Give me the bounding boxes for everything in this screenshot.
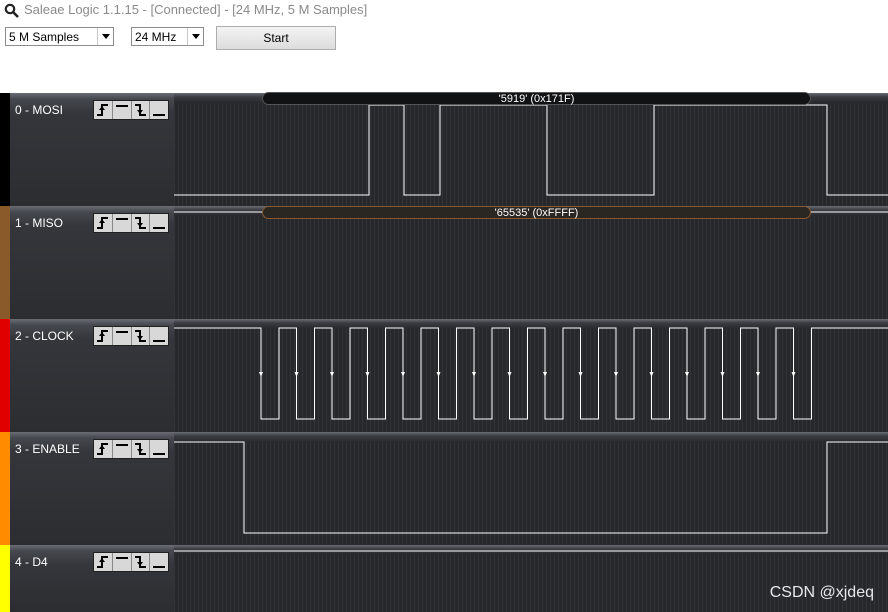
- channel-row-enable: 3 - ENABLE: [0, 432, 888, 545]
- toolbar: 5 M Samples 24 MHz Start: [0, 26, 888, 52]
- rising-edge-trigger-button[interactable]: [94, 440, 113, 458]
- low-level-icon: [153, 340, 166, 342]
- trigger-buttons: [93, 326, 169, 346]
- rising-edge-icon: [97, 217, 108, 229]
- rising-edge-trigger-button[interactable]: [94, 101, 113, 119]
- clock-trace: [174, 327, 888, 420]
- channel-color-stripe: [0, 206, 10, 319]
- trigger-buttons: [93, 213, 169, 233]
- watermark: CSDN @xjdeq: [769, 584, 874, 601]
- high-level-icon: [115, 331, 128, 333]
- falling-edge-icon: [134, 217, 146, 229]
- high-level-icon: [115, 105, 128, 107]
- low-level-icon: [153, 227, 166, 229]
- rate-select-value: 24 MHz: [135, 30, 177, 44]
- channel-color-stripe: [0, 93, 10, 206]
- low-level-trigger-button[interactable]: [150, 440, 168, 458]
- rising-edge-icon: [97, 104, 108, 116]
- falling-edge-trigger-button[interactable]: [132, 327, 151, 345]
- channel-label-panel[interactable]: 1 - MISO: [0, 206, 174, 319]
- chevron-down-icon: [187, 28, 203, 45]
- channel-name: 3 - ENABLE: [15, 442, 80, 456]
- trigger-buttons: [93, 439, 169, 459]
- rising-edge-icon: [97, 443, 108, 455]
- samples-select-value: 5 M Samples: [9, 30, 80, 44]
- high-level-icon: [115, 218, 128, 220]
- channel-row-d4: 4 - D4: [0, 545, 888, 612]
- rising-edge-icon: [97, 330, 108, 342]
- channel-label-panel[interactable]: 2 - CLOCK: [0, 319, 174, 432]
- channel-label-panel[interactable]: 3 - ENABLE: [0, 432, 174, 545]
- rising-edge-trigger-button[interactable]: [94, 327, 113, 345]
- title-bar: Saleae Logic 1.1.15 - [Connected] - [24 …: [0, 0, 888, 22]
- high-level-trigger-button[interactable]: [113, 440, 132, 458]
- falling-edge-icon: [134, 556, 146, 568]
- channel-name: 4 - D4: [15, 555, 48, 569]
- decoded-value-mosi: '5919' (0x171F): [262, 92, 811, 105]
- high-level-trigger-button[interactable]: [113, 327, 132, 345]
- high-level-trigger-button[interactable]: [113, 553, 132, 571]
- low-level-icon: [153, 114, 166, 116]
- channel-color-stripe: [0, 432, 10, 545]
- window-title: Saleae Logic 1.1.15 - [Connected] - [24 …: [24, 2, 368, 17]
- decoded-value-miso: '65535' (0xFFFF): [262, 206, 811, 219]
- falling-edge-trigger-button[interactable]: [132, 440, 151, 458]
- channel-row-mosi: 0 - MOSI '5919' (0x171F): [0, 92, 888, 206]
- channel-color-stripe: [0, 545, 10, 612]
- trigger-buttons: [93, 552, 169, 572]
- rising-edge-icon: [97, 556, 108, 568]
- channel-label-panel[interactable]: 0 - MOSI: [0, 93, 174, 206]
- trigger-buttons: [93, 100, 169, 120]
- low-level-icon: [153, 453, 166, 455]
- rising-edge-trigger-button[interactable]: [94, 214, 113, 232]
- falling-edge-icon: [134, 104, 146, 116]
- mosi-waveform: [174, 104, 888, 196]
- start-button[interactable]: Start: [216, 26, 336, 50]
- rising-edge-trigger-button[interactable]: [94, 553, 113, 571]
- low-level-trigger-button[interactable]: [150, 553, 168, 571]
- channel-name: 0 - MOSI: [15, 103, 64, 117]
- clock-waveform: [174, 327, 888, 420]
- miso-waveform: [174, 211, 888, 213]
- chevron-down-icon: [97, 28, 113, 45]
- low-level-trigger-button[interactable]: [150, 101, 168, 119]
- low-level-icon: [153, 566, 166, 568]
- falling-edge-icon: [134, 330, 146, 342]
- samples-select[interactable]: 5 M Samples: [5, 27, 114, 46]
- channel-color-stripe: [0, 319, 10, 432]
- high-level-trigger-button[interactable]: [113, 214, 132, 232]
- falling-edge-icon: [134, 443, 146, 455]
- channel-panel: 0 - MOSI '5919' (0x171F) 1 - MISO '65535…: [0, 92, 888, 612]
- channel-row-miso: 1 - MISO '65535' (0xFFFF): [0, 206, 888, 319]
- high-level-trigger-button[interactable]: [113, 101, 132, 119]
- low-level-trigger-button[interactable]: [150, 214, 168, 232]
- rate-select[interactable]: 24 MHz: [131, 27, 204, 46]
- falling-edge-trigger-button[interactable]: [132, 553, 151, 571]
- channel-label-panel[interactable]: 4 - D4: [0, 545, 174, 612]
- channel-row-clock: 2 - CLOCK: [0, 319, 888, 432]
- high-level-icon: [115, 444, 128, 446]
- low-level-trigger-button[interactable]: [150, 327, 168, 345]
- channel-name: 1 - MISO: [15, 216, 64, 230]
- falling-edge-trigger-button[interactable]: [132, 101, 151, 119]
- channel-name: 2 - CLOCK: [15, 329, 74, 343]
- magnifier-icon: [4, 3, 19, 18]
- high-level-icon: [115, 557, 128, 559]
- enable-waveform: [174, 441, 888, 534]
- falling-edge-trigger-button[interactable]: [132, 214, 151, 232]
